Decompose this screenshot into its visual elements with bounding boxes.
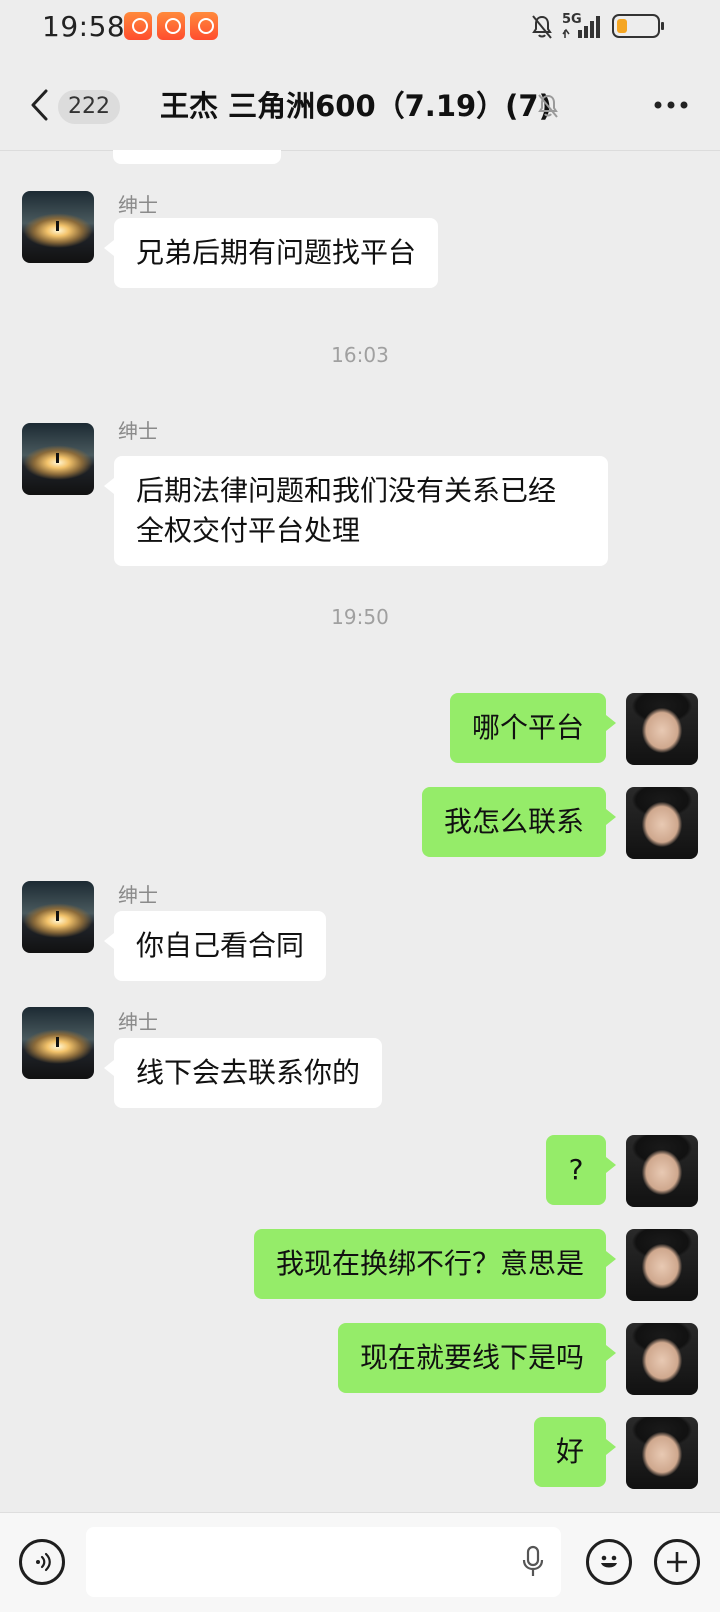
chat-header: 222 王杰 三角洲600（7.19）(7) bbox=[0, 60, 720, 150]
mute-icon bbox=[532, 15, 552, 39]
app-notification-icon bbox=[124, 12, 152, 40]
voice-wave-icon bbox=[36, 1552, 51, 1572]
back-icon[interactable] bbox=[28, 88, 52, 122]
voice-mode-button[interactable] bbox=[19, 1539, 65, 1585]
status-time: 19:58 bbox=[42, 10, 126, 43]
battery-icon bbox=[612, 14, 664, 38]
message-bubble-outgoing[interactable]: 哪个平台 bbox=[449, 693, 617, 763]
my-avatar[interactable] bbox=[626, 693, 698, 765]
sender-name: 绅士 bbox=[118, 193, 158, 217]
message-timestamp: 19:50 bbox=[331, 605, 389, 629]
my-avatar[interactable] bbox=[626, 1135, 698, 1207]
message-bubble-outgoing[interactable]: 我怎么联系 bbox=[421, 787, 617, 857]
my-avatar[interactable] bbox=[626, 1417, 698, 1489]
message-bubble-incoming[interactable]: 兄弟后期有问题找平台 bbox=[103, 218, 439, 288]
plus-icon bbox=[667, 1552, 687, 1572]
message-bubble-incoming[interactable]: 线下会去联系你的 bbox=[103, 1038, 383, 1108]
message-line: 后期法律问题和我们没有关系已经 bbox=[136, 474, 557, 507]
contact-avatar[interactable] bbox=[22, 423, 94, 495]
app-notification-icon bbox=[157, 12, 185, 40]
mute-bell-icon bbox=[538, 94, 558, 118]
message-timestamp: 16:03 bbox=[331, 343, 389, 367]
sender-name: 绅士 bbox=[118, 883, 158, 907]
message-bubble-incoming[interactable]: 后期法律问题和我们没有关系已经 全权交付平台处理 bbox=[104, 456, 608, 566]
my-avatar[interactable] bbox=[626, 1323, 698, 1395]
smiley-icon bbox=[601, 1555, 617, 1568]
sender-name: 绅士 bbox=[118, 1010, 158, 1034]
contact-avatar[interactable] bbox=[22, 1007, 94, 1079]
unread-count-badge[interactable]: 222 bbox=[58, 90, 120, 124]
message-line: 全权交付平台处理 bbox=[136, 514, 361, 547]
microphone-icon[interactable] bbox=[521, 1545, 545, 1579]
add-more-button[interactable] bbox=[654, 1539, 700, 1585]
more-options-icon[interactable] bbox=[654, 98, 688, 112]
input-bar bbox=[0, 1512, 720, 1612]
sender-name: 绅士 bbox=[118, 419, 158, 443]
status-bar: 19:58 5G bbox=[0, 0, 720, 56]
app-notification-icon bbox=[190, 12, 218, 40]
my-avatar[interactable] bbox=[626, 1229, 698, 1301]
emoji-button[interactable] bbox=[586, 1539, 632, 1585]
my-avatar[interactable] bbox=[626, 787, 698, 859]
message-bubble-outgoing[interactable]: ? bbox=[546, 1135, 616, 1205]
message-list[interactable]: 绅士 兄弟后期有问题找平台 16:03 绅士 后期法律问题和我们没有关系已经 全… bbox=[0, 150, 720, 1510]
message-bubble-partial[interactable] bbox=[113, 150, 281, 164]
message-bubble-incoming[interactable]: 你自己看合同 bbox=[103, 911, 327, 981]
message-input[interactable] bbox=[86, 1527, 561, 1597]
contact-avatar[interactable] bbox=[22, 191, 94, 263]
contact-avatar[interactable] bbox=[22, 881, 94, 953]
message-bubble-outgoing[interactable]: 我现在换绑不行？意思是 bbox=[253, 1229, 617, 1299]
message-bubble-outgoing[interactable]: 现在就要线下是吗 bbox=[337, 1323, 617, 1393]
message-bubble-outgoing[interactable]: 好 bbox=[533, 1417, 617, 1487]
signal-icon bbox=[562, 16, 600, 38]
chat-title: 王杰 三角洲600（7.19）(7) bbox=[160, 89, 552, 123]
